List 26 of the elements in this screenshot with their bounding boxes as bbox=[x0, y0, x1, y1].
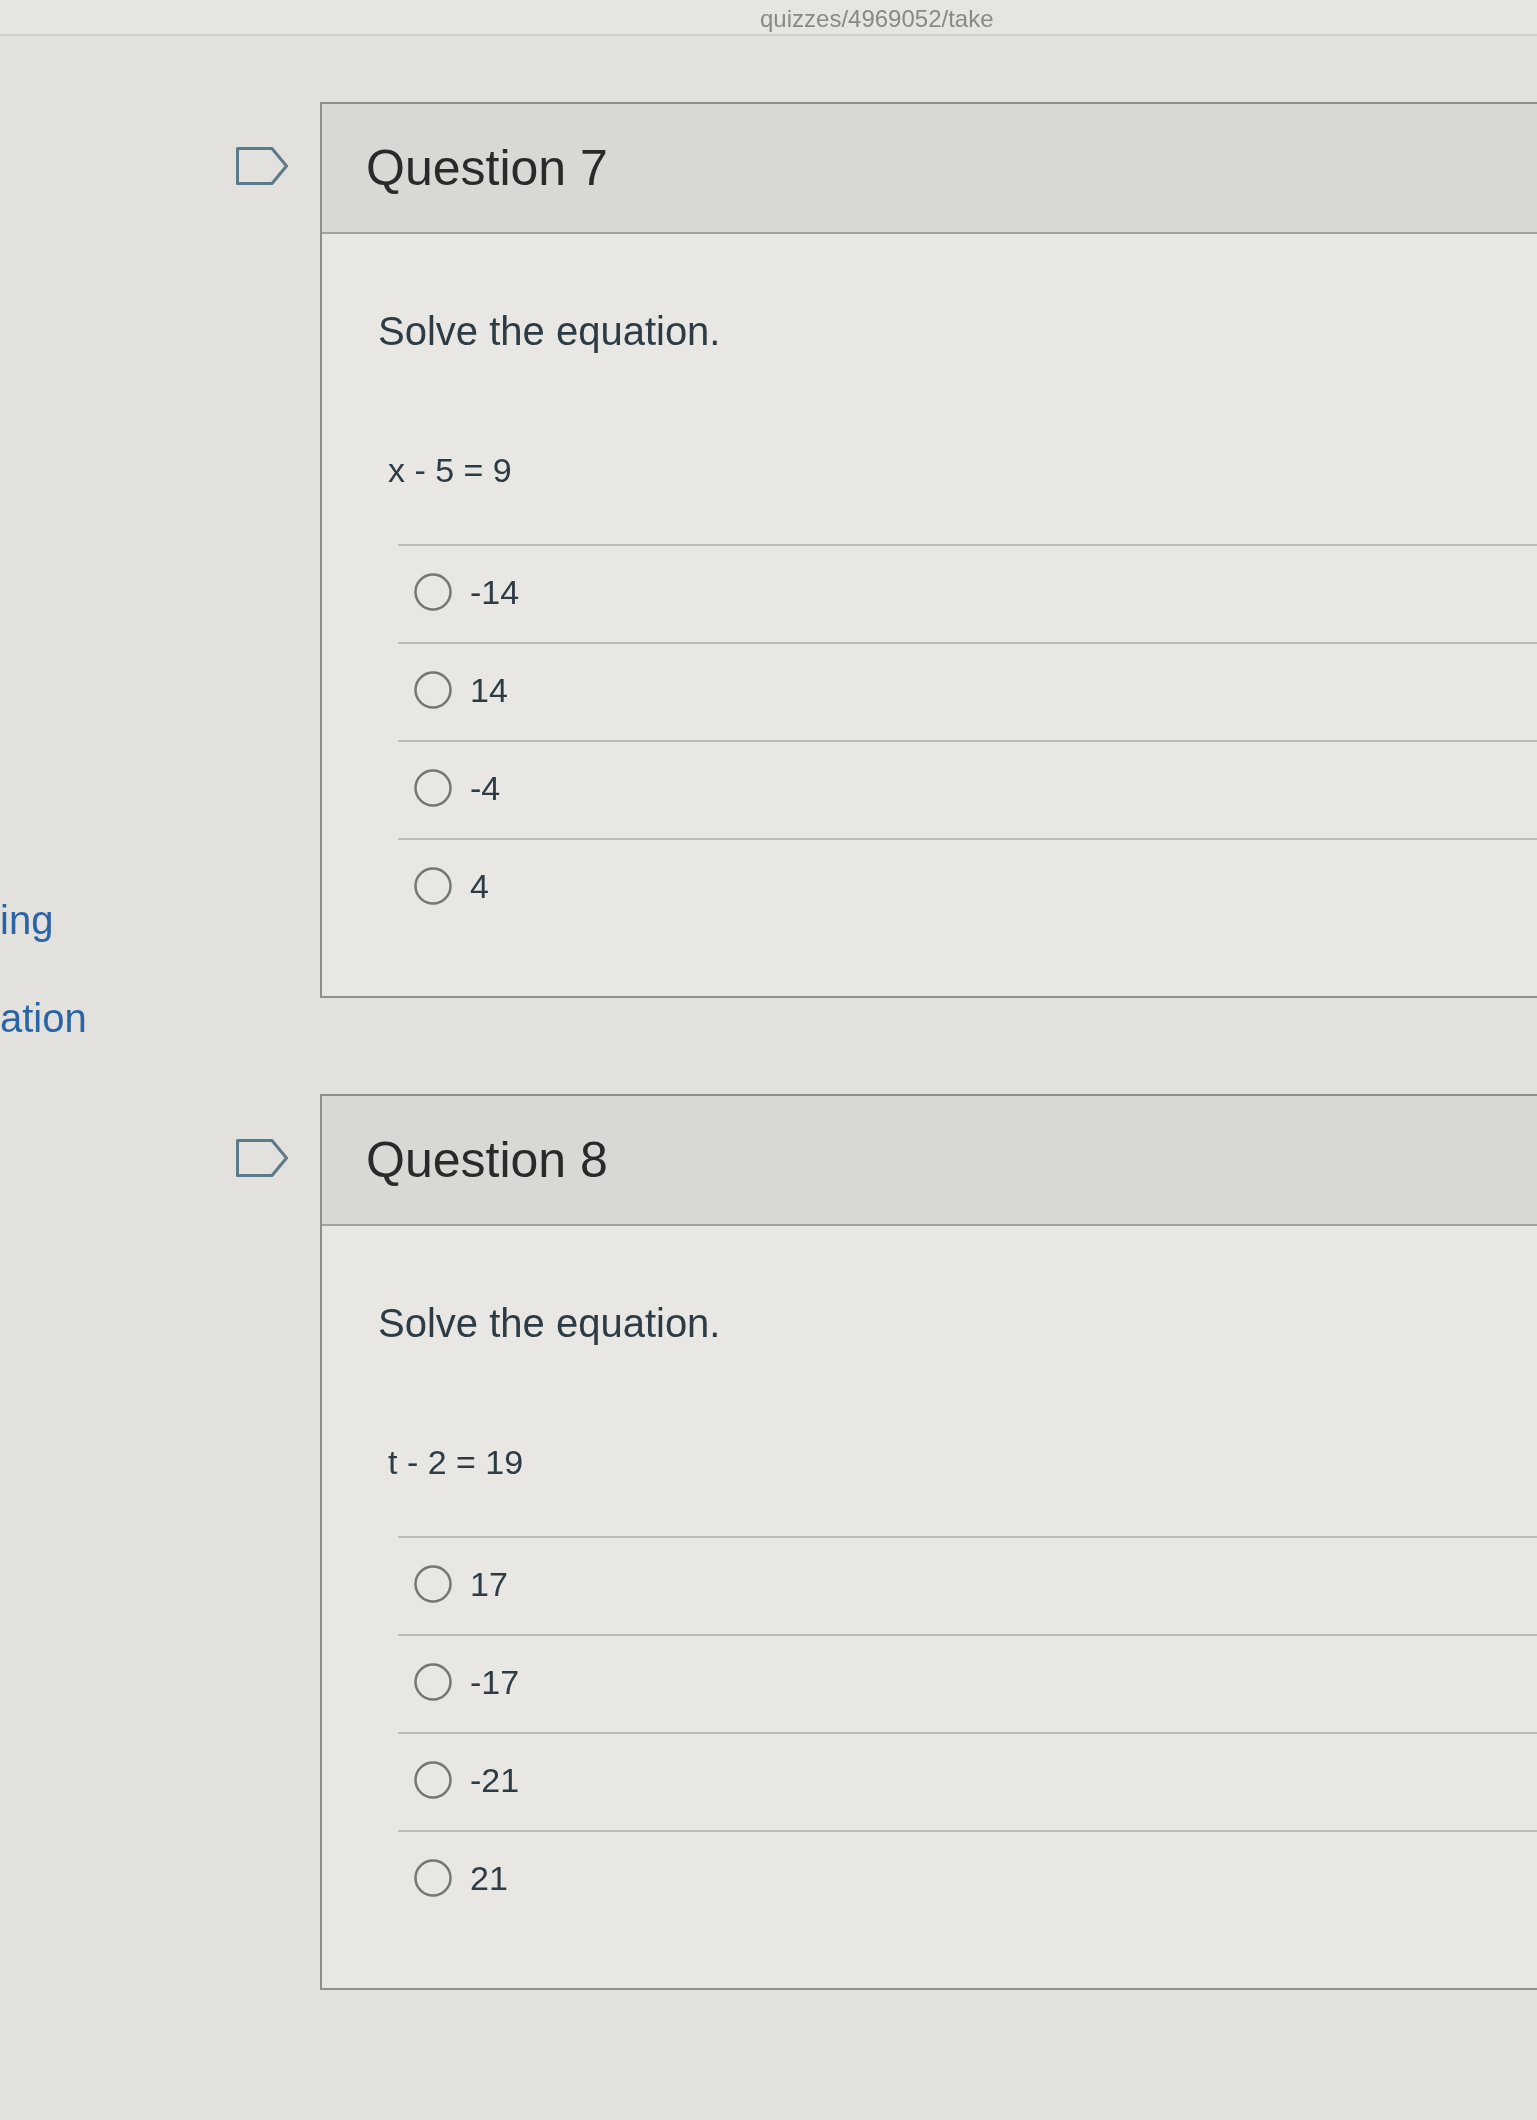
radio-icon[interactable] bbox=[414, 1663, 452, 1701]
radio-icon[interactable] bbox=[414, 867, 452, 905]
radio-icon[interactable] bbox=[414, 1761, 452, 1799]
equation-text: x - 5 = 9 bbox=[388, 450, 513, 491]
answer-option[interactable]: -17 bbox=[414, 1663, 520, 1701]
answer-option[interactable]: 4 bbox=[414, 867, 489, 905]
answer-option[interactable]: -4 bbox=[414, 769, 501, 807]
answer-option[interactable]: 14 bbox=[414, 671, 508, 709]
answer-option[interactable]: -14 bbox=[414, 573, 520, 611]
sidebar-link[interactable]: ing bbox=[0, 896, 54, 944]
flag-icon[interactable] bbox=[236, 1139, 288, 1177]
radio-icon[interactable] bbox=[414, 769, 452, 807]
radio-icon[interactable] bbox=[414, 671, 452, 709]
radio-icon[interactable] bbox=[414, 1859, 452, 1897]
sidebar-link[interactable]: ation bbox=[0, 994, 87, 1042]
flag-icon[interactable] bbox=[236, 147, 288, 185]
radio-icon[interactable] bbox=[414, 1565, 452, 1603]
question-prompt: Solve the equation. bbox=[378, 308, 722, 355]
radio-icon[interactable] bbox=[414, 573, 452, 611]
answer-option[interactable]: 21 bbox=[414, 1859, 508, 1897]
question-title: Question 8 bbox=[366, 1131, 608, 1190]
answer-option[interactable]: -21 bbox=[414, 1761, 520, 1799]
question-prompt: Solve the equation. bbox=[378, 1300, 722, 1347]
answer-option[interactable]: 17 bbox=[414, 1565, 508, 1603]
question-title: Question 7 bbox=[366, 139, 608, 198]
equation-text: t - 2 = 19 bbox=[388, 1442, 525, 1483]
